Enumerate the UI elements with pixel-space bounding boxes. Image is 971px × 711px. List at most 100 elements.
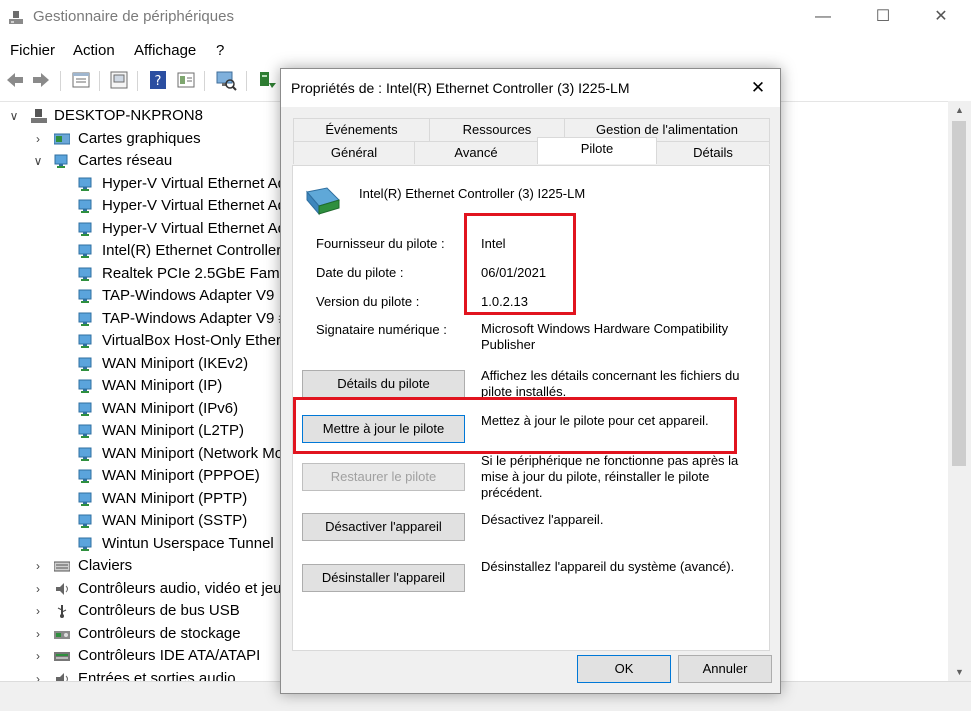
svg-text:?: ? — [155, 74, 162, 89]
menu-fichier[interactable]: Fichier — [10, 42, 55, 59]
tree-item-label: Contrôleurs IDE ATA/ATAPI — [78, 647, 261, 664]
dialog-close-button[interactable]: ✕ — [743, 73, 773, 103]
tab-general[interactable]: Général — [293, 141, 415, 164]
tree-root-label: DESKTOP-NKPRON8 — [54, 107, 203, 124]
menu-bar: Fichier Action Affichage ? — [0, 38, 971, 62]
update-driver-icon[interactable] — [256, 69, 278, 91]
chevron-right-icon[interactable]: › — [31, 555, 45, 577]
close-icon: ✕ — [934, 8, 948, 25]
close-button[interactable]: ✕ — [918, 0, 964, 34]
dialog-title-bar: Propriétés de : Intel(R) Ethernet Contro… — [281, 69, 780, 107]
chevron-right-icon[interactable]: › — [31, 645, 45, 667]
network-adapter-icon — [78, 402, 92, 416]
network-adapter-icon — [306, 187, 340, 216]
help-icon[interactable]: ? — [147, 69, 169, 91]
disable-device-button[interactable]: Désactiver l'appareil — [302, 513, 465, 541]
tab-evenements[interactable]: Événements — [293, 118, 430, 141]
network-adapter-icon — [54, 154, 68, 168]
version-value: 1.0.2.13 — [481, 294, 528, 309]
update-driver-button[interactable]: Mettre à jour le pilote — [302, 415, 465, 443]
toolbar-separator — [99, 71, 100, 91]
tree-item-label: Intel(R) Ethernet Controller ( — [102, 242, 291, 259]
network-adapter-icon — [78, 492, 92, 506]
tree-item-label: WAN Miniport (IP) — [102, 377, 223, 394]
date-value: 06/01/2021 — [481, 265, 547, 280]
tree-item-label: Contrôleurs audio, vidéo et jeu — [78, 579, 282, 597]
maximize-icon: ☐ — [875, 8, 891, 25]
network-adapter-icon — [78, 334, 92, 348]
show-hidden-icon[interactable] — [108, 69, 130, 91]
chevron-right-icon[interactable]: › — [31, 578, 45, 600]
signer-value: Microsoft Windows Hardware Compatibility… — [481, 321, 729, 352]
network-adapter-icon — [78, 177, 92, 191]
scroll-down-icon[interactable]: ▼ — [948, 663, 971, 681]
toolbar-separator — [137, 71, 138, 91]
scrollbar-thumb[interactable] — [952, 121, 966, 466]
chevron-right-icon[interactable]: › — [31, 600, 45, 622]
toolbar-separator — [60, 71, 61, 91]
tree-item-label: Contrôleurs de stockage — [78, 624, 241, 642]
ok-button[interactable]: OK — [577, 655, 671, 683]
cancel-button[interactable]: Annuler — [678, 655, 772, 683]
network-adapter-icon — [78, 469, 92, 483]
tree-item-label: WAN Miniport (PPTP) — [102, 489, 248, 507]
network-adapter-icon — [78, 267, 92, 281]
chevron-right-icon[interactable]: › — [31, 128, 45, 150]
network-adapter-icon — [78, 537, 92, 551]
tree-item-label: Claviers — [78, 557, 133, 574]
network-adapter-icon — [78, 424, 92, 438]
tree-item-label: WAN Miniport (IPv6) — [102, 399, 239, 417]
tree-item-label: WAN Miniport (PPPOE) — [102, 467, 260, 484]
provider-label: Fournisseur du pilote : — [316, 236, 445, 251]
uninstall-device-description: Désinstallez l'appareil du système (avan… — [481, 559, 735, 574]
tree-item-label: Wintun Userspace Tunnel — [102, 534, 274, 552]
network-adapter-icon — [78, 289, 92, 303]
rollback-driver-button[interactable]: Restaurer le pilote — [302, 463, 465, 491]
network-adapter-icon — [78, 222, 92, 236]
forward-arrow-icon[interactable] — [30, 69, 52, 91]
network-adapter-icon — [78, 514, 92, 528]
minimize-button[interactable]: — — [800, 0, 846, 34]
vertical-scrollbar[interactable]: ▲ ▼ — [948, 101, 971, 681]
display-adapter-icon — [54, 133, 70, 144]
driver-details-button[interactable]: Détails du pilote — [302, 370, 465, 398]
action-view-icon[interactable] — [175, 69, 197, 91]
date-label: Date du pilote : — [316, 265, 404, 280]
storage-controller-icon — [54, 630, 70, 639]
chevron-right-icon[interactable]: › — [31, 623, 45, 645]
network-adapter-icon — [78, 244, 92, 258]
toolbar-separator — [204, 71, 205, 91]
network-adapter-icon — [78, 379, 92, 393]
dialog-title: Propriétés de : Intel(R) Ethernet Contro… — [291, 80, 630, 96]
signer-label: Signataire numérique : — [316, 322, 447, 337]
network-adapter-icon — [78, 312, 92, 326]
window-title: Gestionnaire de périphériques — [33, 8, 234, 25]
tree-item-label: Hyper-V Virtual Ethernet Ad — [102, 197, 286, 214]
tree-item-label: Cartes graphiques — [78, 129, 201, 147]
tree-item-label: Hyper-V Virtual Ethernet Ad — [102, 219, 286, 237]
chevron-down-icon[interactable]: ∨ — [7, 105, 21, 127]
menu-affichage[interactable]: Affichage — [134, 42, 196, 59]
tree-item-label: TAP-Windows Adapter V9 — [102, 287, 275, 304]
tab-details[interactable]: Détails — [656, 141, 770, 164]
speaker-icon — [56, 582, 68, 595]
provider-value: Intel — [481, 236, 506, 251]
rollback-driver-description: Si le périphérique ne fonctionne pas apr… — [481, 453, 739, 500]
title-bar: Gestionnaire de périphériques — ☐ ✕ — [0, 0, 971, 34]
keyboard-icon — [54, 561, 70, 572]
menu-help[interactable]: ? — [216, 42, 224, 59]
chevron-down-icon[interactable]: ∨ — [31, 150, 45, 172]
ide-controller-icon — [54, 652, 70, 661]
tab-avance[interactable]: Avancé — [414, 141, 538, 164]
properties-icon[interactable] — [70, 69, 92, 91]
scroll-up-icon[interactable]: ▲ — [948, 101, 971, 119]
back-arrow-icon[interactable] — [4, 69, 26, 91]
maximize-button[interactable]: ☐ — [860, 0, 906, 34]
uninstall-device-button[interactable]: Désinstaller l'appareil — [302, 564, 465, 592]
scan-hardware-icon[interactable] — [215, 69, 237, 91]
update-driver-description: Mettez à jour le pilote pour cet apparei… — [481, 413, 709, 428]
tab-pilote[interactable]: Pilote — [537, 137, 657, 164]
menu-action[interactable]: Action — [73, 42, 115, 59]
usb-icon — [57, 605, 67, 618]
properties-dialog: Propriétés de : Intel(R) Ethernet Contro… — [280, 68, 781, 694]
